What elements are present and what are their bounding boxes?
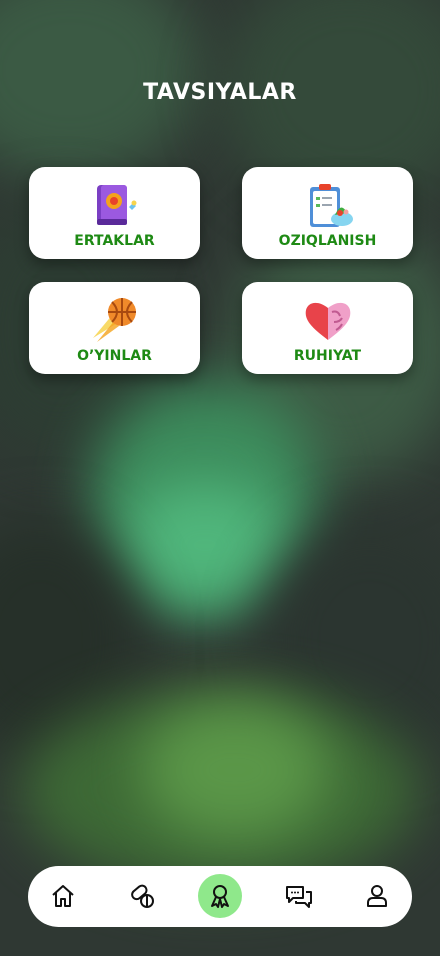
card-oyinlar[interactable]: O’YINLAR (29, 282, 200, 374)
card-ertaklar[interactable]: ERTAKLAR (29, 167, 200, 259)
nav-chat[interactable] (277, 874, 321, 918)
chat-icon (286, 886, 312, 908)
background-photo (0, 0, 440, 956)
nav-home[interactable] (41, 874, 85, 918)
card-label: OZIQLANISH (278, 233, 377, 249)
card-label: O’YINLAR (77, 348, 152, 364)
card-oziqlanish[interactable]: OZIQLANISH (242, 167, 413, 259)
nav-pills[interactable] (120, 874, 164, 918)
page-title: TAVSIYALAR (143, 80, 297, 105)
user-icon (367, 885, 387, 907)
bottom-nav (28, 866, 412, 927)
card-label: ERTAKLAR (74, 233, 155, 249)
card-ruhiyat[interactable]: RUHIYAT (242, 282, 413, 374)
heart-brain-icon (305, 302, 350, 340)
home-icon (52, 885, 74, 907)
award-ribbon-icon (211, 885, 229, 908)
nutrition-clipboard-icon (309, 184, 353, 227)
pills-icon (131, 884, 154, 908)
nav-recommendations[interactable] (198, 874, 242, 918)
nav-profile[interactable] (355, 874, 399, 918)
basketball-icon (92, 298, 136, 342)
storybook-icon (96, 185, 136, 225)
card-label: RUHIYAT (293, 348, 362, 364)
